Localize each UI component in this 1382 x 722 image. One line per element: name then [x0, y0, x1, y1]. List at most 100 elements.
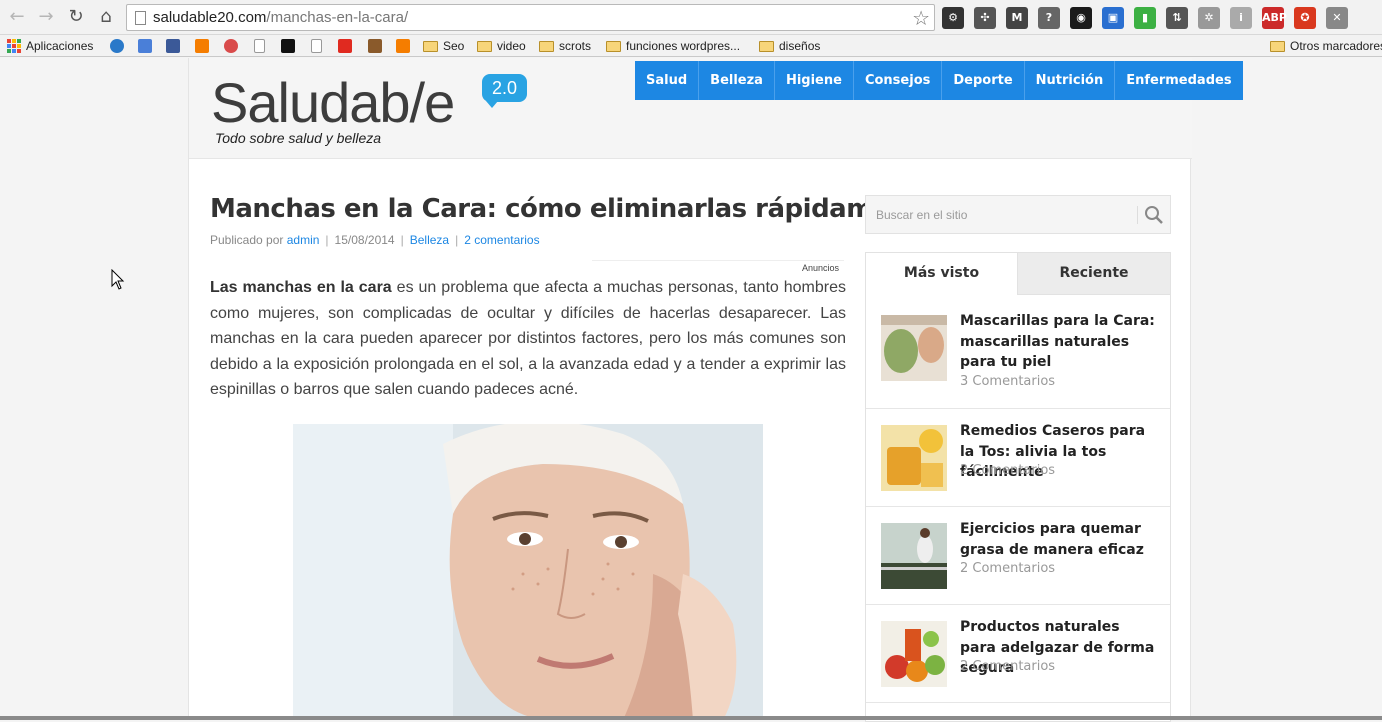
author-link[interactable]: admin	[287, 233, 320, 247]
ruler-extension-icon[interactable]: ▣	[1102, 7, 1124, 29]
post-thumbnail[interactable]	[881, 315, 947, 381]
bookmark-folder-label: scrots	[559, 39, 592, 53]
url-path: /manchas-en-la-cara/	[266, 9, 409, 26]
sidebar-search	[865, 195, 1171, 234]
sort-extension-icon[interactable]: ⇅	[1166, 7, 1188, 29]
post-date: 15/08/2014	[334, 233, 395, 247]
list-item[interactable]: Mascarillas para la Cara: mascarillas na…	[866, 295, 1170, 409]
logo-badge: 2.0	[482, 74, 527, 108]
nav-item[interactable]: Belleza	[699, 61, 775, 100]
post-title: Manchas en la Cara: cómo eliminarlas ráp…	[210, 194, 938, 224]
meta-separator: |	[325, 233, 329, 247]
ad-divider	[592, 260, 844, 261]
side-post-comments: 3 Comentarios	[960, 374, 1056, 389]
list-item[interactable]: Ejercicios para quemar grasa de manera e…	[866, 507, 1170, 605]
bookmark-other[interactable]: Otros marcadores	[1270, 38, 1382, 54]
bookmark-folder-label: Seo	[443, 39, 465, 53]
list-item[interactable]: Productos naturales para adelgazar de fo…	[866, 605, 1170, 703]
tab-mas-visto[interactable]: Más visto	[866, 253, 1018, 295]
bookmark-apps[interactable]: Aplicaciones	[7, 38, 93, 54]
page-viewport: Saludab/e 2.0 Todo sobre salud y belleza…	[0, 58, 1382, 722]
forward-arrow-icon[interactable]: →	[35, 6, 57, 28]
nav-item[interactable]: Enfermedades	[1115, 61, 1242, 100]
side-post-title[interactable]: Mascarillas para la Cara: mascarillas na…	[960, 311, 1160, 373]
bookmark-facebook-icon[interactable]	[166, 38, 180, 54]
nav-item[interactable]: Higiene	[775, 61, 854, 100]
battery-extension-icon[interactable]: ▮	[1134, 7, 1156, 29]
post-thumbnail[interactable]	[881, 523, 947, 589]
bookmark-folder[interactable]: diseños	[759, 38, 820, 54]
list-item[interactable]: Remedios Caseros para la Tos: alivia la …	[866, 409, 1170, 507]
search-icon[interactable]	[1144, 205, 1164, 225]
bookmark-other-label: Otros marcadores	[1290, 39, 1382, 53]
bookmark-page2-icon[interactable]	[311, 38, 322, 54]
bookmark-apps-label: Aplicaciones	[26, 39, 94, 53]
ads-label[interactable]: Anuncios	[802, 263, 839, 273]
bookmark-youtube-icon[interactable]	[338, 38, 352, 54]
nav-item[interactable]: Consejos	[854, 61, 943, 100]
bookmark-star-icon[interactable]: ☆	[912, 6, 930, 30]
woman-face-illustration	[293, 424, 763, 720]
bookmark-folder[interactable]: video	[477, 38, 526, 54]
side-post-title[interactable]: Ejercicios para quemar grasa de manera e…	[960, 519, 1160, 560]
widget-tabs: Más visto Reciente	[866, 253, 1170, 295]
search-input[interactable]	[866, 196, 1136, 233]
meta-separator: |	[455, 233, 459, 247]
nav-item[interactable]: Nutrición	[1025, 61, 1116, 100]
lead-bold: Las manchas en la cara	[210, 279, 392, 296]
window-bottom-edge	[0, 716, 1382, 720]
post-hero-image[interactable]	[293, 424, 763, 720]
tab-reciente[interactable]: Reciente	[1018, 253, 1170, 295]
bookmark-folder-label: diseños	[779, 39, 821, 53]
main-navigation: Salud Belleza Higiene Consejos Deporte Nutric…	[635, 61, 1243, 100]
site-container: Saludab/e 2.0 Todo sobre salud y belleza…	[188, 58, 1243, 722]
bookmark-folder-label: funciones wordpres...	[626, 39, 741, 53]
category-link[interactable]: Belleza	[410, 233, 449, 247]
site-logo[interactable]: Saludab/e	[211, 70, 455, 135]
nav-item[interactable]: Deporte	[942, 61, 1025, 100]
bookmark-blogger-icon[interactable]	[195, 38, 209, 54]
post-meta: Publicado por admin | 15/08/2014 | Belleza | 2…	[210, 233, 540, 247]
menu-icon[interactable]: ✕	[1326, 7, 1348, 29]
comments-link[interactable]: 2 comentarios	[464, 233, 539, 247]
address-bar[interactable]: saludable20.com/manchas-en-la-cara/ ☆	[126, 4, 935, 31]
nav-item[interactable]: Salud	[635, 61, 700, 100]
home-icon[interactable]: ⌂	[95, 6, 117, 28]
abp-extension-icon[interactable]: ABP	[1262, 7, 1287, 29]
side-post-comments: 2 Comentarios	[960, 463, 1056, 478]
gear-extension-icon[interactable]: ✲	[1198, 7, 1220, 29]
post-lead-paragraph: Las manchas en la cara es un problema qu…	[210, 275, 846, 403]
bookmark-red-icon[interactable]	[224, 38, 238, 54]
page-icon	[135, 11, 146, 25]
bookmark-blogger2-icon[interactable]	[396, 38, 410, 54]
puzzle-extension-icon[interactable]: ✣	[974, 7, 996, 29]
reload-icon[interactable]: ↻	[65, 6, 87, 28]
meta-separator: |	[400, 233, 404, 247]
bookmark-page-icon[interactable]	[254, 38, 265, 54]
back-arrow-icon[interactable]: ←	[6, 6, 28, 28]
url-text[interactable]: saludable20.com/manchas-en-la-cara/	[153, 9, 408, 26]
measure-extension-icon[interactable]: ?	[1038, 7, 1060, 29]
info-extension-icon[interactable]: i	[1230, 7, 1252, 29]
bookmarks-bar: Aplicaciones Seo video scrots funciones wor…	[0, 35, 1382, 57]
bookmark-terminal-icon[interactable]	[281, 38, 295, 54]
post-thumbnail[interactable]	[881, 621, 947, 687]
bookmark-folder[interactable]: funciones wordpres...	[606, 38, 740, 54]
flag-extension-icon[interactable]: ✪	[1294, 7, 1316, 29]
m-extension-icon[interactable]: M	[1006, 7, 1028, 29]
apps-grid-icon	[7, 39, 21, 53]
bookmark-ie-icon[interactable]	[110, 38, 124, 54]
folder-icon	[539, 40, 554, 52]
settings-extension-icon[interactable]: ⚙	[942, 7, 964, 29]
post-thumbnail[interactable]	[881, 425, 947, 491]
bookmark-tool-icon[interactable]	[368, 38, 382, 54]
folder-icon	[477, 40, 492, 52]
meta-prefix: Publicado por	[210, 233, 284, 247]
bookmark-folder-label: video	[497, 39, 526, 53]
bookmark-folder[interactable]: Seo	[423, 38, 464, 54]
site-tagline: Todo sobre salud y belleza	[215, 130, 382, 146]
camera-extension-icon[interactable]: ◉	[1070, 7, 1092, 29]
bookmark-google-icon[interactable]	[138, 38, 152, 54]
bookmark-folder[interactable]: scrots	[539, 38, 591, 54]
popular-posts-widget: Más visto Reciente Mascarillas para la C…	[865, 252, 1171, 722]
